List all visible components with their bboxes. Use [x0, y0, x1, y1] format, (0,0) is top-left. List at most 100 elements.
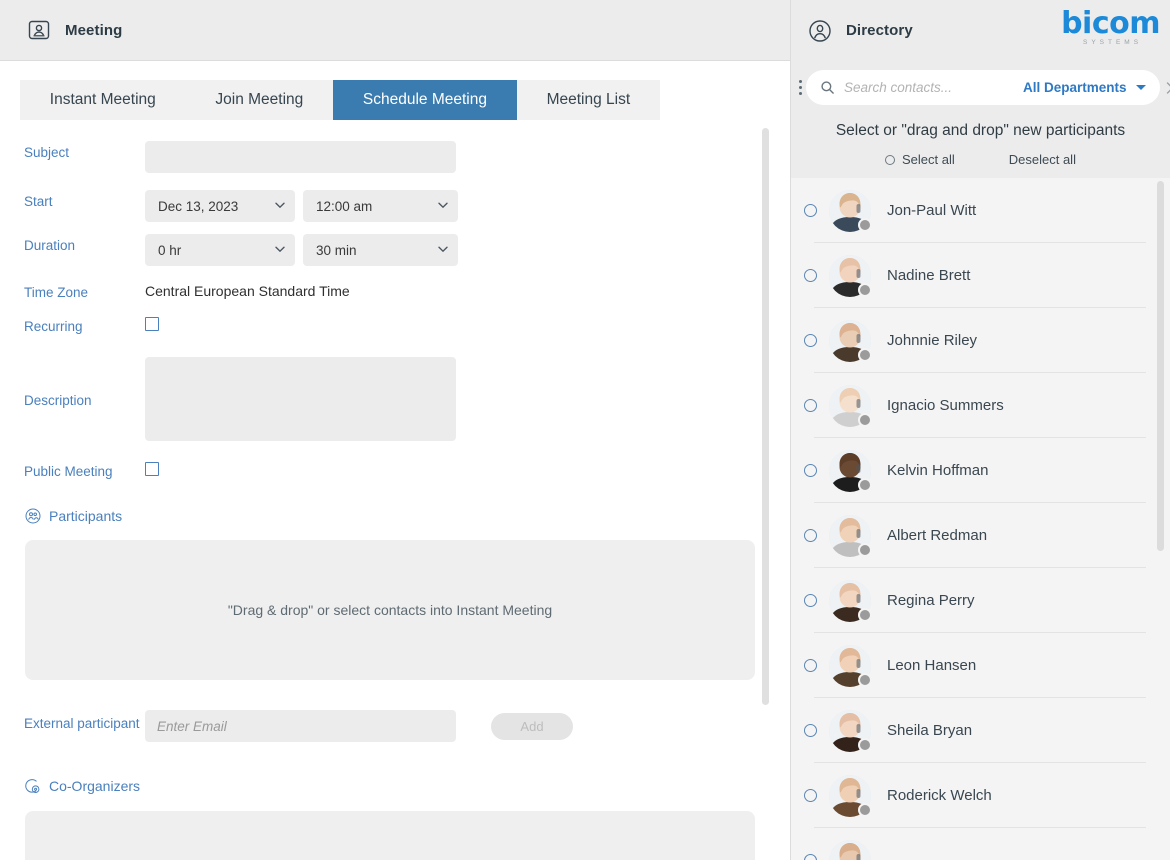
avatar — [829, 514, 872, 557]
co-organizers-icon — [25, 778, 41, 794]
contact-name: Regina Perry — [887, 592, 975, 609]
contact-list-item[interactable]: Kelvin Hoffman — [791, 438, 1170, 503]
participants-dropzone-text: "Drag & drop" or select contacts into In… — [227, 602, 553, 618]
tab-join-meeting[interactable]: Join Meeting — [186, 80, 334, 120]
recurring-checkbox[interactable] — [145, 317, 159, 331]
contact-list-item[interactable]: Sheila Bryan — [791, 698, 1170, 763]
contact-select-radio[interactable] — [804, 464, 817, 477]
time-zone-label: Time Zone — [24, 285, 89, 300]
tab-meeting-list[interactable]: Meeting List — [517, 80, 660, 120]
status-indicator-offline — [858, 542, 872, 557]
deselect-all-button[interactable]: Deselect all — [1009, 152, 1076, 167]
chevron-right-icon[interactable] — [1164, 80, 1170, 96]
status-indicator-offline — [858, 802, 872, 817]
contact-list-item[interactable]: Regina Perry — [791, 568, 1170, 633]
duration-label: Duration — [24, 238, 76, 253]
start-row: Start Dec 13, 2023 12:00 am — [24, 190, 790, 222]
contact-list-item[interactable]: Johnnie Riley — [791, 308, 1170, 373]
contact-select-radio[interactable] — [804, 204, 817, 217]
duration-hours-select-wrap: 0 hr — [145, 234, 295, 266]
participants-section-title: Participants — [25, 508, 790, 524]
subject-input[interactable] — [145, 141, 456, 173]
start-date-select-wrap: Dec 13, 2023 — [145, 190, 295, 222]
participants-dropzone[interactable]: "Drag & drop" or select contacts into In… — [25, 540, 755, 680]
avatar — [829, 254, 872, 297]
contact-list-item[interactable]: Jon-Paul Witt — [791, 178, 1170, 243]
add-external-participant-button[interactable]: Add — [491, 713, 573, 740]
status-indicator-offline — [858, 607, 872, 622]
external-participant-email-input[interactable] — [145, 710, 456, 742]
description-textarea[interactable] — [145, 357, 456, 441]
avatar — [829, 774, 872, 817]
external-participant-row: External participant Add — [24, 710, 790, 742]
contact-list-item[interactable]: Nadine Brett — [791, 243, 1170, 308]
more-options-icon[interactable] — [799, 80, 802, 95]
avatar-image — [829, 839, 871, 860]
search-box[interactable]: All Departments — [806, 70, 1160, 105]
department-filter-dropdown[interactable]: All Departments — [1023, 80, 1146, 95]
contact-list-item[interactable]: Ignacio Summers — [791, 373, 1170, 438]
contact-name: Ignacio Summers — [887, 397, 1004, 414]
contact-select-radio[interactable] — [804, 724, 817, 737]
contact-name: Nadine Brett — [887, 267, 971, 284]
directory-header: Directory bicom SYSTEMS — [791, 0, 1170, 61]
public-meeting-checkbox[interactable] — [145, 462, 159, 476]
public-meeting-label: Public Meeting — [24, 464, 113, 479]
search-line: All Departments — [791, 70, 1170, 105]
public-meeting-row: Public Meeting — [24, 460, 790, 480]
meeting-header: Meeting — [0, 0, 790, 61]
chevron-down-icon — [1135, 85, 1146, 90]
duration-hours-select[interactable]: 0 hr — [145, 234, 295, 266]
select-all-button[interactable]: Select all — [885, 152, 955, 167]
description-row: Description — [24, 357, 790, 441]
contact-list-scrollbar[interactable] — [1157, 181, 1164, 551]
contact-select-radio[interactable] — [804, 529, 817, 542]
search-input[interactable] — [844, 80, 1023, 95]
start-date-select[interactable]: Dec 13, 2023 — [145, 190, 295, 222]
contact-select-radio[interactable] — [804, 334, 817, 347]
schedule-meeting-form: Subject Start Dec 13, 2023 12:00 am Dura… — [0, 120, 790, 860]
tab-instant-meeting[interactable]: Instant Meeting — [20, 80, 186, 120]
duration-minutes-select-wrap: 30 min — [303, 234, 458, 266]
contact-select-radio[interactable] — [804, 399, 817, 412]
subject-row: Subject — [24, 141, 790, 173]
contact-select-radio[interactable] — [804, 854, 817, 860]
avatar — [829, 579, 872, 622]
contact-name: Leon Hansen — [887, 657, 977, 674]
directory-title: Directory — [846, 22, 913, 39]
select-all-radio-icon — [885, 154, 896, 165]
contact-name: Albert Redman — [887, 527, 988, 544]
contact-list-item[interactable]: Albert Redman — [791, 503, 1170, 568]
external-participant-label: External participant — [24, 716, 140, 731]
avatar — [829, 189, 872, 232]
contact-list-item[interactable]: Roderick Welch — [791, 763, 1170, 828]
page-title: Meeting — [65, 21, 123, 39]
contact-list-item[interactable]: Leon Hansen — [791, 633, 1170, 698]
contact-select-radio[interactable] — [804, 594, 817, 607]
status-indicator-offline — [858, 737, 872, 752]
contact-select-radio[interactable] — [804, 269, 817, 282]
search-icon — [820, 80, 835, 95]
directory-person-icon — [808, 19, 832, 43]
department-filter-label: All Departments — [1023, 80, 1127, 95]
duration-minutes-select[interactable]: 30 min — [303, 234, 458, 266]
co-organizers-dropzone[interactable] — [25, 811, 755, 860]
directory-instruction-text: Select or "drag and drop" new participan… — [835, 122, 1126, 139]
directory-bulk-actions: Select all Deselect all — [791, 140, 1170, 178]
contact-name: Roderick Welch — [887, 787, 992, 804]
co-organizers-label: Co-Organizers — [49, 778, 141, 794]
meeting-panel: Meeting Instant Meeting Join Meeting Sch… — [0, 0, 790, 860]
contact-list-item[interactable] — [791, 828, 1170, 860]
contact-select-radio[interactable] — [804, 659, 817, 672]
start-time-select[interactable]: 12:00 am — [303, 190, 458, 222]
meeting-tabs: Instant Meeting Join Meeting Schedule Me… — [20, 80, 660, 120]
subject-label: Subject — [24, 145, 70, 160]
app-root: Meeting Instant Meeting Join Meeting Sch… — [0, 0, 1170, 860]
tab-schedule-meeting[interactable]: Schedule Meeting — [333, 80, 517, 120]
status-indicator-offline — [858, 477, 872, 492]
select-all-label: Select all — [902, 152, 955, 167]
contact-list[interactable]: Jon-Paul Witt Nadine Brett Johnnie Riley Ig… — [791, 178, 1170, 860]
meeting-form-scrollbar[interactable] — [762, 128, 769, 705]
description-label: Description — [24, 393, 92, 408]
contact-select-radio[interactable] — [804, 789, 817, 802]
